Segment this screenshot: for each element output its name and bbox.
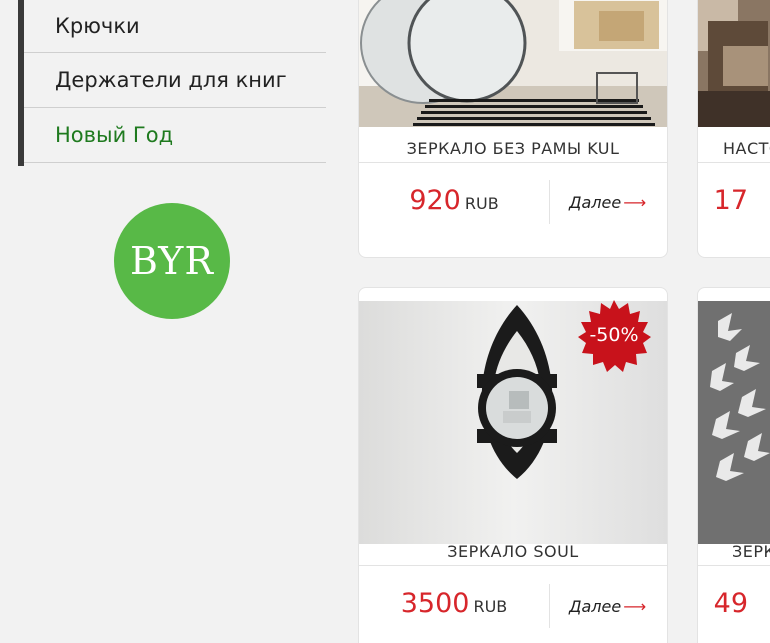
more-link[interactable]: Далее ⟶ xyxy=(569,193,646,212)
price-amount: 3500 xyxy=(400,588,470,619)
more-link-label: Далее xyxy=(569,597,622,616)
price-separator xyxy=(549,180,550,224)
product-title[interactable]: ЗЕРКАЛО SOUL xyxy=(359,542,667,561)
card-divider xyxy=(698,162,770,163)
price-separator xyxy=(549,584,550,628)
product-title[interactable]: НАСТО xyxy=(723,139,770,158)
product-photo[interactable] xyxy=(698,0,770,127)
price-amount: 920 xyxy=(409,185,461,216)
arrow-right-icon: ⟶ xyxy=(623,193,647,212)
product-card[interactable]: ЗЕРК 49 xyxy=(697,287,770,643)
mirror-room-photo xyxy=(359,0,667,127)
discount-badge: -50% xyxy=(577,298,651,372)
sidebar-item-book-holders[interactable]: Держатели для книг xyxy=(24,53,326,108)
product-card[interactable]: -50% ЗЕРКАЛО SOUL 3500 RUB Далее ⟶ xyxy=(358,287,668,643)
product-price: 920 RUB xyxy=(359,185,549,216)
price-currency: RUB xyxy=(464,194,499,213)
product-price: 17 xyxy=(698,185,748,216)
product-photo[interactable] xyxy=(698,301,770,544)
more-link[interactable]: Далее ⟶ xyxy=(569,597,646,616)
currency-switch-badge[interactable]: BYR xyxy=(114,203,230,319)
product-price: 49 xyxy=(698,588,748,619)
butterfly-mirror-photo xyxy=(698,301,770,544)
card-divider xyxy=(698,565,770,566)
arrow-right-icon: ⟶ xyxy=(623,597,647,616)
page: Крючки Держатели для книг Новый Год BYR xyxy=(0,0,770,643)
more-link-label: Далее xyxy=(569,193,622,212)
product-title[interactable]: ЗЕРКАЛО БЕЗ РАМЫ KUL xyxy=(359,139,667,158)
sidebar-item-hooks[interactable]: Крючки xyxy=(24,0,326,53)
product-title[interactable]: ЗЕРК xyxy=(732,542,770,561)
category-sidebar: Крючки Держатели для книг Новый Год xyxy=(18,0,326,166)
product-photo[interactable] xyxy=(359,0,667,127)
card-divider xyxy=(359,162,667,163)
product-card[interactable]: ЗЕРКАЛО БЕЗ РАМЫ KUL 920 RUB Далее ⟶ xyxy=(358,0,668,258)
table-mirror-photo xyxy=(698,0,770,127)
card-divider xyxy=(359,565,667,566)
price-currency: RUB xyxy=(473,597,508,616)
product-card[interactable]: НАСТО 17 xyxy=(697,0,770,258)
sidebar-item-new-year[interactable]: Новый Год xyxy=(24,108,326,163)
discount-label: -50% xyxy=(589,324,639,346)
price-amount: 17 xyxy=(713,185,748,216)
price-amount: 49 xyxy=(713,588,748,619)
product-price: 3500 RUB xyxy=(359,588,549,619)
